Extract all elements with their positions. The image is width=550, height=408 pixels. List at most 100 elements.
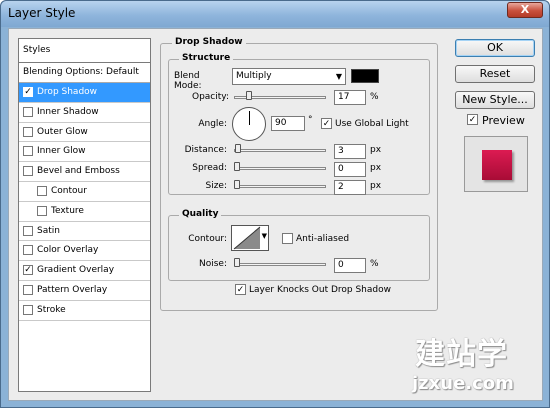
structure-title: Structure xyxy=(179,53,234,63)
style-checkbox[interactable] xyxy=(23,304,33,315)
preview-swatch xyxy=(482,150,512,180)
style-item-bevel-and-emboss[interactable]: Bevel and Emboss xyxy=(19,162,150,182)
style-item-inner-glow[interactable]: Inner Glow xyxy=(19,142,150,163)
noise-slider-thumb[interactable] xyxy=(234,258,240,267)
noise-label: Noise: xyxy=(199,259,227,269)
anti-aliased-checkbox[interactable] xyxy=(282,233,293,244)
global-light-checkbox[interactable]: ✓ xyxy=(321,118,332,129)
opacity-label: Opacity: xyxy=(192,92,229,102)
preview-label[interactable]: Preview xyxy=(482,114,525,127)
style-item-inner-shadow[interactable]: Inner Shadow xyxy=(19,103,150,123)
new-style-button[interactable]: New Style... xyxy=(455,91,535,109)
size-label: Size: xyxy=(205,181,227,191)
spread-slider[interactable] xyxy=(234,167,326,170)
dialog-body: Styles Blending Options: Default ✓ Drop S… xyxy=(8,28,543,401)
reset-button[interactable]: Reset xyxy=(455,65,535,83)
noise-unit: % xyxy=(370,259,379,269)
style-item-label: Stroke xyxy=(37,304,66,315)
shadow-color-swatch[interactable] xyxy=(351,69,379,83)
style-checkbox[interactable] xyxy=(23,166,33,177)
style-item-label: Drop Shadow xyxy=(37,87,98,97)
quality-title: Quality xyxy=(179,209,222,219)
contour-preview-icon xyxy=(233,226,261,250)
distance-slider[interactable] xyxy=(234,149,326,152)
layer-style-window: Layer Style X Styles Blending Options: D… xyxy=(0,0,550,408)
style-item-drop-shadow[interactable]: ✓ Drop Shadow xyxy=(19,83,150,103)
blend-mode-label: Blend Mode: xyxy=(174,71,202,91)
style-checkbox[interactable]: ✓ xyxy=(23,87,33,97)
style-item-label: Pattern Overlay xyxy=(37,284,108,295)
style-item-pattern-overlay[interactable]: Pattern Overlay xyxy=(19,281,150,301)
blend-mode-value: Multiply xyxy=(236,71,272,81)
angle-input[interactable]: 90 xyxy=(271,116,305,131)
spread-unit: px xyxy=(370,163,382,173)
style-item-label: Inner Glow xyxy=(37,146,86,157)
spread-label: Spread: xyxy=(192,163,227,173)
style-checkbox[interactable] xyxy=(37,185,47,196)
size-slider-thumb[interactable] xyxy=(234,180,240,189)
watermark-logo: 建站学 xyxy=(415,329,508,373)
style-checkbox[interactable] xyxy=(37,205,47,216)
style-item-outer-glow[interactable]: Outer Glow xyxy=(19,123,150,143)
knockout-checkbox[interactable]: ✓ xyxy=(235,284,246,295)
style-item-stroke[interactable]: Stroke xyxy=(19,301,150,321)
style-item-label: Satin xyxy=(37,225,60,236)
watermark-chinese: 建站学 xyxy=(415,337,508,372)
distance-label: Distance: xyxy=(184,145,227,155)
style-checkbox[interactable]: ✓ xyxy=(23,265,33,276)
style-item-color-overlay[interactable]: Color Overlay xyxy=(19,241,150,262)
style-item-contour[interactable]: Contour xyxy=(19,182,150,202)
styles-header[interactable]: Styles xyxy=(19,39,150,63)
close-icon: X xyxy=(520,3,530,16)
noise-slider[interactable] xyxy=(234,263,326,266)
styles-list: Styles Blending Options: Default ✓ Drop S… xyxy=(18,38,151,392)
angle-label: Angle: xyxy=(198,119,227,129)
angle-unit: ° xyxy=(308,115,313,125)
contour-chevron-down-icon[interactable]: ▼ xyxy=(262,232,267,240)
style-item-label: Texture xyxy=(51,205,84,216)
size-input[interactable]: 2 xyxy=(334,180,366,195)
style-checkbox[interactable] xyxy=(23,126,33,137)
style-preview xyxy=(464,136,528,192)
style-checkbox[interactable] xyxy=(23,284,33,295)
style-checkbox[interactable] xyxy=(23,146,33,157)
knockout-label[interactable]: Layer Knocks Out Drop Shadow xyxy=(249,285,391,295)
preview-checkbox[interactable]: ✓ xyxy=(467,114,478,125)
global-light-label[interactable]: Use Global Light xyxy=(335,119,409,129)
blending-options-item[interactable]: Blending Options: Default xyxy=(19,63,150,83)
opacity-unit: % xyxy=(370,92,379,102)
style-item-satin[interactable]: Satin xyxy=(19,222,150,242)
style-checkbox[interactable] xyxy=(23,106,33,117)
close-button[interactable]: X xyxy=(507,2,543,18)
size-slider[interactable] xyxy=(234,185,326,188)
style-item-label: Color Overlay xyxy=(37,245,99,256)
contour-label: Contour: xyxy=(188,234,227,244)
window-title: Layer Style xyxy=(8,6,76,20)
size-unit: px xyxy=(370,181,382,191)
noise-input[interactable]: 0 xyxy=(334,258,366,273)
style-checkbox[interactable] xyxy=(23,225,33,236)
style-item-label: Gradient Overlay xyxy=(37,265,115,276)
distance-input[interactable]: 3 xyxy=(334,144,366,159)
opacity-slider-thumb[interactable] xyxy=(246,91,252,100)
style-item-gradient-overlay[interactable]: ✓ Gradient Overlay xyxy=(19,261,150,281)
anti-aliased-label[interactable]: Anti-aliased xyxy=(296,234,349,244)
opacity-input[interactable]: 17 xyxy=(334,90,366,105)
drop-shadow-title: Drop Shadow xyxy=(172,37,246,47)
ok-button[interactable]: OK xyxy=(455,39,535,57)
contour-picker[interactable]: ▼ xyxy=(231,225,269,251)
style-item-label: Outer Glow xyxy=(37,126,88,137)
style-item-texture[interactable]: Texture xyxy=(19,202,150,222)
spread-slider-thumb[interactable] xyxy=(234,162,240,171)
watermark-url: jzxue.com xyxy=(412,373,514,394)
spread-input[interactable]: 0 xyxy=(334,162,366,177)
style-item-label: Contour xyxy=(51,185,87,196)
chevron-down-icon: ▼ xyxy=(335,72,342,81)
title-bar[interactable]: Layer Style X xyxy=(1,1,549,27)
distance-slider-thumb[interactable] xyxy=(235,144,241,153)
style-checkbox[interactable] xyxy=(23,245,33,256)
angle-dial[interactable] xyxy=(232,107,266,141)
style-item-label: Inner Shadow xyxy=(37,106,99,117)
angle-dial-needle xyxy=(249,111,250,125)
blend-mode-select[interactable]: Multiply ▼ xyxy=(232,68,346,85)
